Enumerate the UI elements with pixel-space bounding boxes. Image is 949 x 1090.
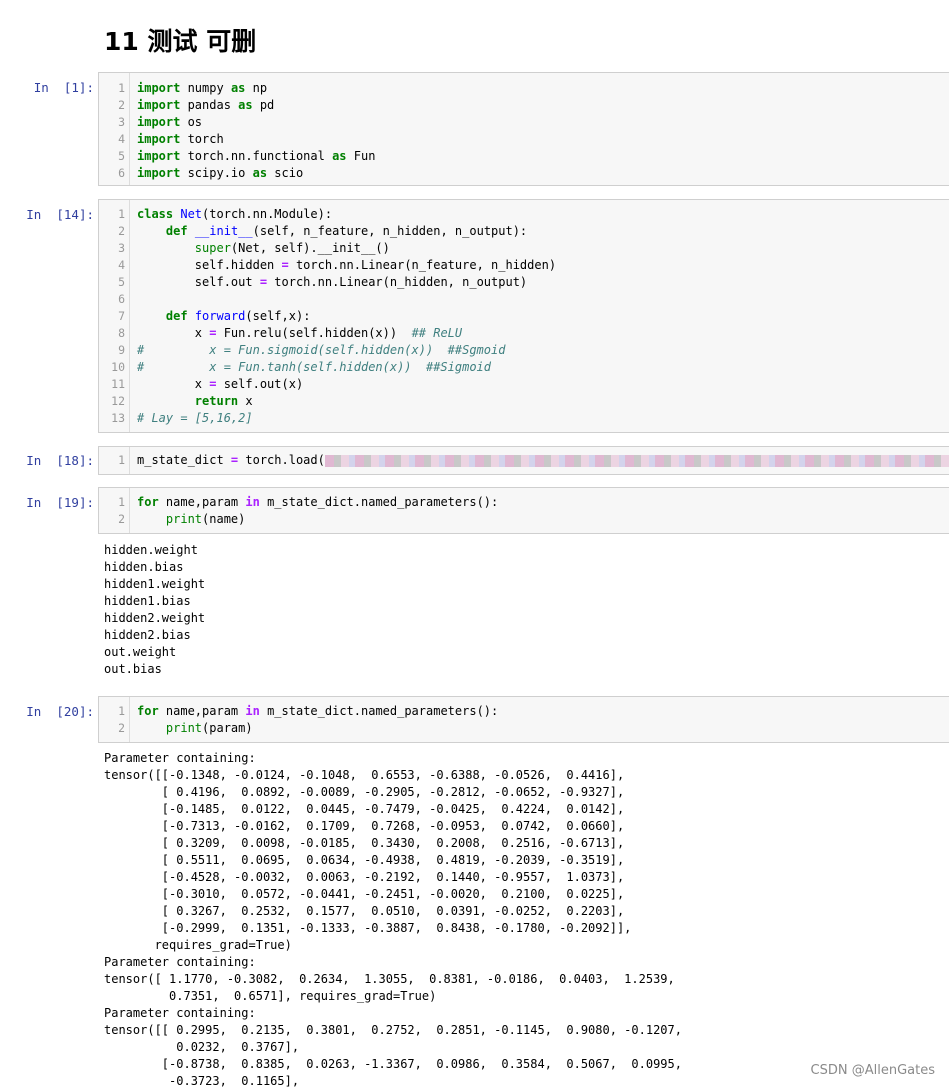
code-cell-2[interactable]: 1 class Net(torch.nn.Module): 2 def __init…	[98, 199, 949, 433]
code-text: m_state_dict = torch.load(_.pt')	[137, 452, 949, 469]
line-number: 7	[118, 309, 125, 323]
line-number: 1	[118, 207, 125, 221]
cell-prompt-3: In [18]:	[26, 453, 94, 468]
line-number: 9	[118, 343, 125, 357]
code-text: import torch.nn.functional as Fun	[137, 149, 376, 163]
line-number: 13	[111, 411, 125, 425]
code-cell-1[interactable]: 1 import numpy as np 2 import pandas as pd 3…	[98, 72, 949, 186]
code-text: def forward(self,x):	[165, 309, 311, 323]
line-number: 2	[118, 512, 125, 526]
code-text: for name,param in m_state_dict.named_par…	[137, 704, 499, 718]
line-number: 1	[118, 453, 125, 467]
cell-output-params: Parameter containing: tensor([[-0.1348, …	[104, 751, 682, 1088]
code-text: import scipy.io as scio	[137, 166, 304, 180]
code-text: class Net(torch.nn.Module):	[137, 207, 333, 221]
line-number: 8	[118, 326, 125, 340]
code-text: # x = Fun.tanh(self.hidden(x)) ##Sigmoid	[137, 360, 492, 374]
line-number: 4	[118, 258, 125, 272]
line-number: 2	[118, 224, 125, 238]
line-number: 12	[111, 394, 125, 408]
code-text: import numpy as np	[137, 81, 268, 95]
cell-prompt-2: In [14]:	[26, 207, 94, 222]
code-text: self.out = torch.nn.Linear(n_hidden, n_o…	[137, 275, 528, 289]
notebook-heading: 11 测试 可删	[104, 27, 257, 56]
code-text: print(param)	[165, 721, 253, 735]
line-number: 3	[118, 115, 125, 129]
code-text: def __init__(self, n_feature, n_hidden, …	[165, 224, 528, 238]
code-text: import os	[137, 115, 203, 129]
line-number: 6	[118, 292, 125, 306]
code-text: x = self.out(x)	[137, 377, 304, 391]
code-text: import pandas as pd	[137, 98, 275, 112]
line-number: 11	[111, 377, 125, 391]
line-number: 2	[118, 721, 125, 735]
code-cell-3[interactable]: 1 m_state_dict = torch.load(_.pt')	[98, 446, 949, 475]
line-number: 1	[118, 704, 125, 718]
cell-prompt-4: In [19]:	[26, 495, 94, 510]
code-cell-4[interactable]: 1 for name,param in m_state_dict.named_pa…	[98, 487, 949, 534]
cell-output-names: hidden.weight hidden.bias hidden1.weight…	[104, 543, 206, 676]
line-number: 6	[118, 166, 125, 180]
code-cell-5[interactable]: 1 for name,param in m_state_dict.named_pa…	[98, 696, 949, 743]
code-text: import torch	[137, 132, 224, 146]
line-number: 10	[111, 360, 125, 374]
line-number: 1	[118, 81, 125, 95]
code-text: x = Fun.relu(self.hidden(x)) ## ReLU	[137, 326, 463, 340]
cell-prompt-5: In [20]:	[26, 704, 94, 719]
line-number: 1	[118, 495, 125, 509]
line-number: 3	[118, 241, 125, 255]
code-text: # Lay = [5,16,2]	[137, 411, 253, 425]
line-number: 2	[118, 98, 125, 112]
code-text: super(Net, self).__init__()	[194, 241, 390, 255]
code-text: # x = Fun.sigmoid(self.hidden(x)) ##Sgmo…	[137, 343, 506, 357]
line-number: 5	[118, 275, 125, 289]
line-number: 5	[118, 149, 125, 163]
code-text: print(name)	[165, 512, 246, 526]
cell-prompt-1: In [1]:	[33, 80, 94, 95]
code-text: return x	[194, 394, 253, 408]
code-text: for name,param in m_state_dict.named_par…	[137, 495, 499, 509]
csdn-watermark: CSDN @AllenGates	[810, 1063, 935, 1078]
code-text: self.hidden = torch.nn.Linear(n_feature,…	[137, 258, 557, 272]
line-number: 4	[118, 132, 125, 146]
